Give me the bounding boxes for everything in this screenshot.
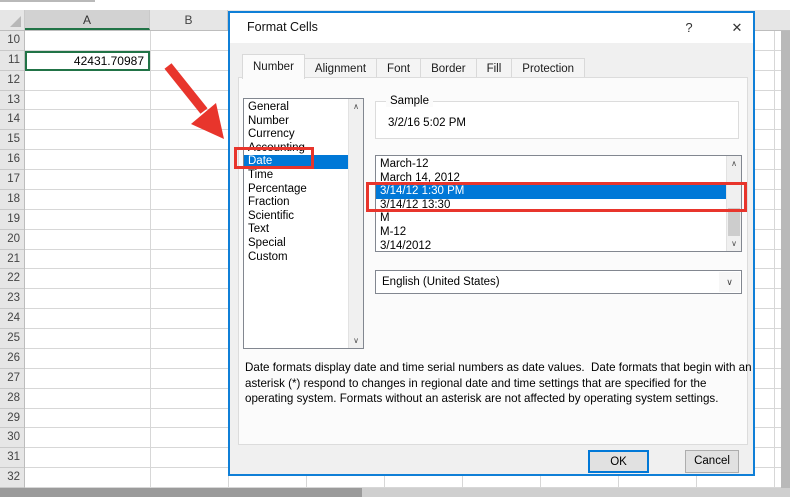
highlight-box-type-items: [366, 182, 747, 212]
locale-selected-value: English (United States): [382, 276, 500, 288]
chevron-down-icon[interactable]: ∨: [719, 272, 740, 292]
dialog-title: Format Cells: [247, 20, 318, 34]
row-header-11[interactable]: 11: [0, 51, 24, 71]
row-header-32[interactable]: 32: [0, 468, 24, 488]
tab-fill[interactable]: Fill: [477, 58, 513, 79]
category-item-fraction[interactable]: Fraction: [244, 196, 348, 210]
tab-font[interactable]: Font: [377, 58, 421, 79]
sample-value: 3/2/16 5:02 PM: [388, 117, 466, 129]
locale-dropdown[interactable]: English (United States) ∨: [375, 270, 742, 294]
category-listbox[interactable]: GeneralNumberCurrencyAccountingDateTimeP…: [243, 98, 364, 349]
row-header-16[interactable]: 16: [0, 150, 24, 170]
row-header-17[interactable]: 17: [0, 170, 24, 190]
select-all-corner[interactable]: [0, 10, 25, 30]
category-scrollbar[interactable]: ∧ ∨: [348, 99, 363, 348]
row-header-14[interactable]: 14: [0, 110, 24, 130]
category-items: GeneralNumberCurrencyAccountingDateTimeP…: [244, 101, 348, 264]
row-header-10[interactable]: 10: [0, 31, 24, 51]
category-item-number[interactable]: Number: [244, 115, 348, 129]
category-item-scientific[interactable]: Scientific: [244, 210, 348, 224]
row-header-13[interactable]: 13: [0, 91, 24, 111]
type-item-3-14-2012[interactable]: 3/14/2012: [376, 240, 726, 254]
row-header-29[interactable]: 29: [0, 409, 24, 429]
row-header-22[interactable]: 22: [0, 269, 24, 289]
highlight-box-date-category: [234, 147, 314, 169]
dialog-tabs: NumberAlignmentFontBorderFillProtection: [242, 54, 585, 78]
tab-alignment[interactable]: Alignment: [305, 58, 377, 79]
row-header-12[interactable]: 12: [0, 71, 24, 91]
type-scrollbar-thumb[interactable]: [728, 208, 740, 236]
red-arrow-annotation: [148, 53, 243, 158]
scroll-up-icon[interactable]: ∧: [349, 99, 363, 114]
category-item-custom[interactable]: Custom: [244, 251, 348, 265]
category-item-percentage[interactable]: Percentage: [244, 183, 348, 197]
type-item-m-12[interactable]: M-12: [376, 226, 726, 240]
row-header-25[interactable]: 25: [0, 329, 24, 349]
row-header-26[interactable]: 26: [0, 349, 24, 369]
row-header-23[interactable]: 23: [0, 289, 24, 309]
row-header-20[interactable]: 20: [0, 230, 24, 250]
tab-protection[interactable]: Protection: [512, 58, 585, 79]
category-item-general[interactable]: General: [244, 101, 348, 115]
excel-window: AB 1011121314151617181920212223242526272…: [0, 0, 790, 497]
formula-bar-strip: [0, 0, 790, 10]
column-header-a[interactable]: A: [25, 10, 150, 30]
column-header-b[interactable]: B: [150, 10, 228, 30]
tab-border[interactable]: Border: [421, 58, 477, 79]
dialog-titlebar[interactable]: Format Cells ? ✕: [230, 13, 753, 43]
row-header-21[interactable]: 21: [0, 250, 24, 270]
category-item-text[interactable]: Text: [244, 223, 348, 237]
row-header-27[interactable]: 27: [0, 369, 24, 389]
grid-line: [774, 31, 775, 488]
scroll-down-icon[interactable]: ∨: [727, 236, 741, 251]
close-icon[interactable]: ✕: [720, 17, 754, 39]
sample-label: Sample: [386, 95, 433, 107]
tab-number[interactable]: Number: [242, 54, 305, 79]
category-item-currency[interactable]: Currency: [244, 128, 348, 142]
help-icon[interactable]: ?: [672, 17, 706, 39]
row-header-column: 1011121314151617181920212223242526272829…: [0, 31, 25, 488]
name-box-edge: [0, 0, 95, 2]
cancel-button[interactable]: Cancel: [685, 450, 739, 473]
scroll-down-icon[interactable]: ∨: [349, 333, 363, 348]
scroll-up-icon[interactable]: ∧: [727, 156, 741, 171]
ok-button[interactable]: OK: [588, 450, 649, 473]
row-header-15[interactable]: 15: [0, 130, 24, 150]
type-item-march-12[interactable]: March-12: [376, 158, 726, 172]
category-item-time[interactable]: Time: [244, 169, 348, 183]
row-header-18[interactable]: 18: [0, 190, 24, 210]
row-header-24[interactable]: 24: [0, 309, 24, 329]
horizontal-scrollbar-thumb[interactable]: [0, 488, 362, 497]
vertical-scrollbar[interactable]: [781, 31, 790, 488]
row-header-31[interactable]: 31: [0, 448, 24, 468]
row-header-30[interactable]: 30: [0, 428, 24, 448]
format-description-text: Date formats display date and time seria…: [245, 360, 752, 407]
selected-cell-a11[interactable]: 42431.70987: [25, 51, 150, 71]
row-header-19[interactable]: 19: [0, 210, 24, 230]
category-item-special[interactable]: Special: [244, 237, 348, 251]
type-item-m[interactable]: M: [376, 212, 726, 226]
row-header-28[interactable]: 28: [0, 389, 24, 409]
format-cells-dialog: Format Cells ? ✕ NumberAlignmentFontBord…: [228, 11, 755, 476]
